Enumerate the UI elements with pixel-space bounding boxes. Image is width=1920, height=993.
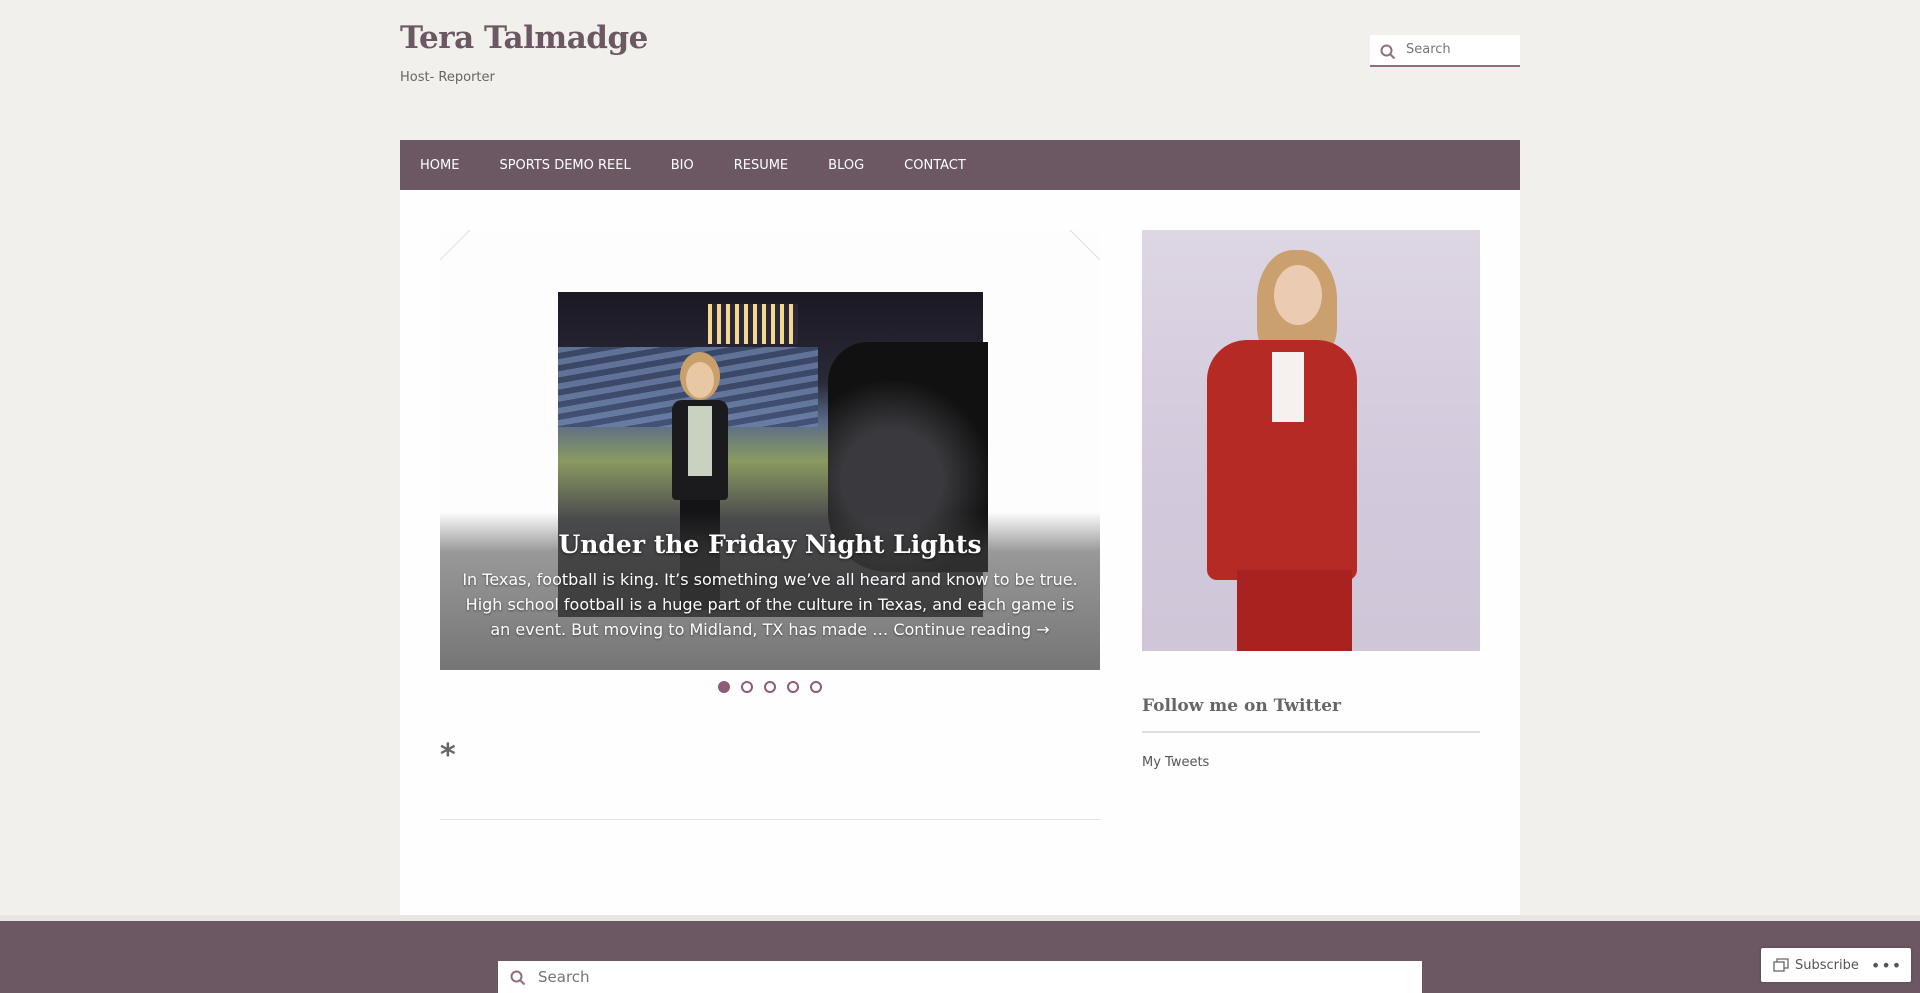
corner-fold-top-left [440, 230, 471, 261]
slide-title[interactable]: Under the Friday Night Lights [440, 530, 1100, 559]
nav-item-sports-demo-reel[interactable]: SPORTS DEMO REEL [499, 158, 630, 173]
slider-dot-3[interactable] [764, 681, 776, 693]
nav-item-blog[interactable]: BLOG [828, 158, 864, 173]
subscribe-button[interactable]: Subscribe [1761, 958, 1859, 973]
slider-dot-1[interactable] [718, 681, 730, 693]
continue-reading-link[interactable]: Continue reading → [893, 620, 1049, 639]
twitter-widget-title: Follow me on Twitter [1142, 696, 1341, 716]
site-tagline: Host- Reporter [400, 70, 495, 85]
nav-item-home[interactable]: HOME [420, 158, 459, 173]
stadium-lights [708, 304, 798, 344]
post-divider [440, 819, 1100, 820]
header-search-input[interactable] [1404, 41, 1516, 58]
slide-excerpt: In Texas, football is king. It’s somethi… [460, 567, 1080, 642]
footer-search-box[interactable] [498, 961, 1422, 993]
slider-dot-5[interactable] [810, 681, 822, 693]
nav-item-bio[interactable]: BIO [671, 158, 694, 173]
subscribe-label: Subscribe [1795, 957, 1859, 973]
slider-dot-4[interactable] [787, 681, 799, 693]
featured-slider[interactable]: Under the Friday Night Lights In Texas, … [440, 230, 1100, 670]
nav-item-resume[interactable]: RESUME [734, 158, 788, 173]
widget-divider [1142, 731, 1480, 733]
more-options-icon[interactable]: ••• [1871, 956, 1902, 975]
post-title[interactable]: * [440, 738, 456, 773]
subscribe-bar: Subscribe ••• [1761, 948, 1911, 982]
nav-item-contact[interactable]: CONTACT [904, 158, 966, 173]
profile-photo [1142, 230, 1480, 651]
slider-dot-2[interactable] [741, 681, 753, 693]
slider-pagination [718, 681, 822, 695]
slide-caption: Under the Friday Night Lights In Texas, … [440, 512, 1100, 670]
search-icon [510, 970, 526, 990]
corner-fold-top-right [1069, 230, 1100, 261]
footer-search-input[interactable] [536, 967, 1400, 987]
my-tweets-link[interactable]: My Tweets [1142, 755, 1209, 770]
subscribe-icon [1773, 958, 1789, 972]
search-icon [1380, 44, 1396, 64]
main-nav: HOME SPORTS DEMO REEL BIO RESUME BLOG CO… [400, 140, 1520, 190]
header-search-box[interactable] [1370, 35, 1520, 67]
site-title[interactable]: Tera Talmadge [400, 20, 648, 56]
